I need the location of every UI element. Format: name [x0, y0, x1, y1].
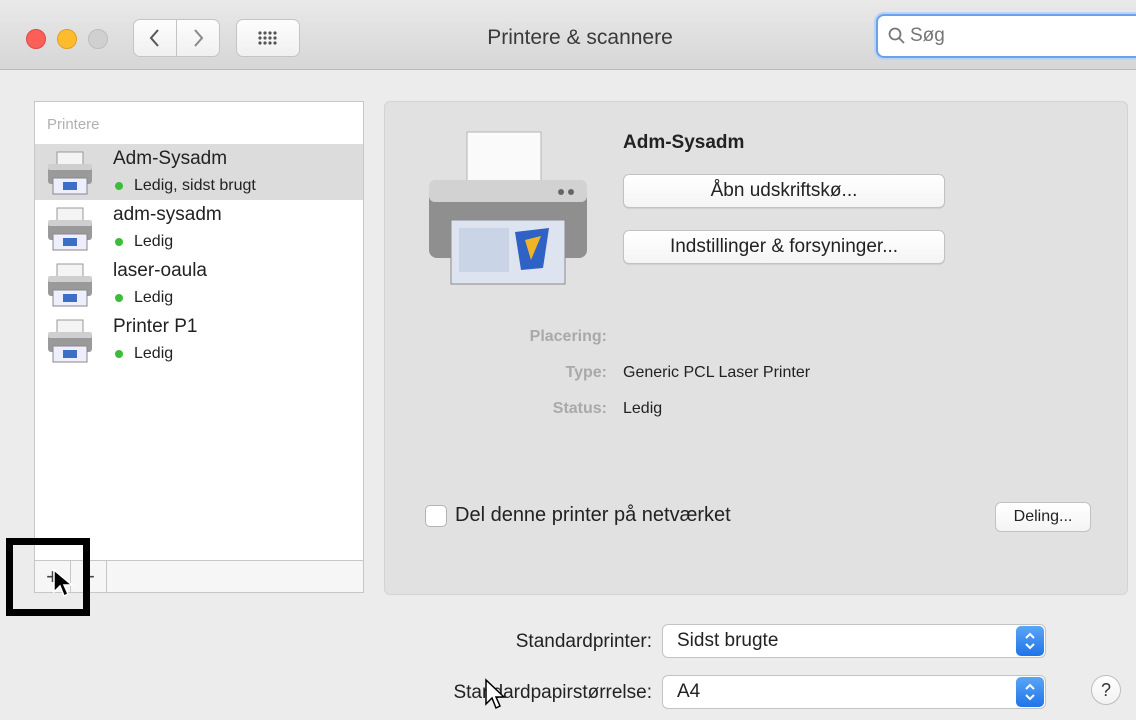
printer-large-icon: [429, 131, 587, 285]
share-printer-option[interactable]: Del denne printer på netværket: [425, 504, 731, 527]
status-dot-icon: [115, 182, 123, 190]
location-label: Placering:: [529, 328, 607, 345]
printer-name: adm-sysadm: [113, 204, 222, 225]
chevron-right-icon: [194, 29, 204, 47]
printer-icon: [48, 319, 92, 363]
status-dot-icon: [115, 238, 123, 246]
zoom-window-button[interactable]: [88, 29, 108, 49]
grid-icon: [258, 31, 277, 45]
list-item[interactable]: laser-oaula Ledig: [35, 256, 363, 312]
share-printer-label: Del denne printer på netværket: [455, 504, 731, 526]
default-printer-label: Standardprinter:: [515, 631, 652, 652]
printer-icon: [48, 263, 92, 307]
printer-status-text: Ledig: [134, 289, 174, 306]
minimize-window-button[interactable]: [57, 29, 77, 49]
status-label: Status:: [552, 400, 607, 417]
add-printer-button[interactable]: +: [35, 561, 71, 592]
default-printer-select[interactable]: Sidst brugte: [662, 624, 1046, 658]
window-title: Printere & scannere: [487, 26, 673, 49]
printer-detail-name: Adm-Sysadm: [623, 132, 745, 153]
printer-status-text: Ledig: [134, 345, 174, 362]
status-dot-icon: [115, 350, 123, 358]
printer-detail-panel: Adm-Sysadm Åbn udskriftskø... Indstillin…: [384, 101, 1128, 595]
default-paper-size-value: A4: [677, 681, 701, 702]
printer-status-text: Ledig, sidst brugt: [134, 177, 256, 194]
default-paper-size-label: Standardpapirstørrelse:: [453, 682, 652, 703]
options-supplies-button[interactable]: Indstillinger & forsyninger...: [623, 230, 945, 264]
printer-status: Ledig: [115, 289, 173, 307]
type-label: Type:: [565, 364, 607, 381]
search-box[interactable]: [876, 14, 1136, 58]
search-icon: [888, 27, 905, 44]
list-item[interactable]: adm-sysadm Ledig: [35, 200, 363, 256]
updown-chevron-icon: [1016, 626, 1044, 656]
open-print-queue-button[interactable]: Åbn udskriftskø...: [623, 174, 945, 208]
search-input[interactable]: [910, 25, 1110, 47]
printer-status-text: Ledig: [134, 233, 174, 250]
back-button[interactable]: [133, 19, 177, 57]
default-paper-size-select[interactable]: A4: [662, 675, 1046, 709]
printer-name: Adm-Sysadm: [113, 148, 228, 169]
forward-button[interactable]: [176, 19, 220, 57]
list-item[interactable]: Adm-Sysadm Ledig, sidst brugt: [35, 144, 363, 200]
updown-chevron-icon: [1016, 677, 1044, 707]
sharing-button[interactable]: Deling...: [995, 502, 1091, 532]
chevron-left-icon: [149, 29, 159, 47]
status-dot-icon: [115, 294, 123, 302]
list-item[interactable]: Printer P1 Ledig: [35, 312, 363, 368]
printer-list-header: Printere: [47, 116, 100, 133]
printer-list-footer: + −: [35, 560, 363, 592]
type-value: Generic PCL Laser Printer: [623, 364, 811, 381]
printer-name: Printer P1: [113, 316, 198, 337]
close-window-button[interactable]: [26, 29, 46, 49]
printer-status: Ledig: [115, 233, 173, 251]
remove-printer-button[interactable]: −: [71, 561, 107, 592]
status-value: Ledig: [623, 400, 663, 417]
printer-icon: [48, 151, 92, 195]
share-printer-checkbox[interactable]: [425, 504, 447, 527]
printer-status: Ledig: [115, 345, 173, 363]
printer-list: Printere Adm-Sysadm Ledig, sidst brugt a…: [34, 101, 364, 593]
printer-icon: [48, 207, 92, 251]
help-button[interactable]: ?: [1091, 675, 1121, 705]
printer-status: Ledig, sidst brugt: [115, 177, 256, 195]
window-toolbar: Printere & scannere: [0, 0, 1136, 70]
printer-name: laser-oaula: [113, 260, 207, 281]
show-all-button[interactable]: [236, 19, 300, 57]
default-printer-value: Sidst brugte: [677, 630, 779, 651]
